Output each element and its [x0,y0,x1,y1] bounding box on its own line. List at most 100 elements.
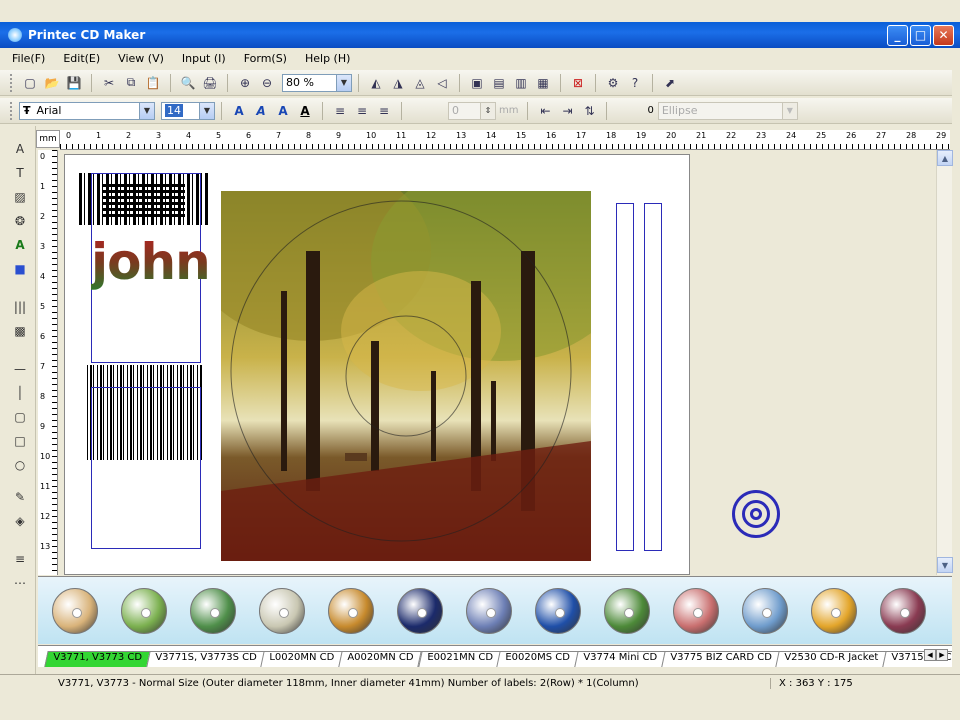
help-icon[interactable]: ? [625,73,645,93]
gradient-tool-icon[interactable]: ■ [11,260,29,278]
align-left-icon[interactable]: ≡ [330,101,350,121]
font-italic-icon[interactable]: A [251,101,271,121]
cd-template-thumbnail[interactable] [535,587,581,634]
mirror-icon[interactable]: ◁ [432,73,452,93]
label-page[interactable]: john [64,154,690,575]
tab-template-6[interactable]: V3774 Mini CD [574,651,666,667]
new-icon[interactable]: ▢ [20,73,40,93]
autumn-trees-photo[interactable] [221,191,591,561]
char-spacing-icon[interactable]: ⇥ [557,101,577,121]
align-right-icon[interactable]: ≡ [374,101,394,121]
shape-select[interactable]: Ellipse ▼ [657,101,798,120]
ungroup-icon[interactable]: ▦ [533,73,553,93]
title-bar[interactable]: Printec CD Maker _ □ ✕ [0,22,960,48]
tab-template-0[interactable]: V3771, V3773 CD [44,651,151,667]
menu-form[interactable]: Form(S) [238,52,299,65]
align-center-icon[interactable]: ≡ [352,101,372,121]
cd-template-thumbnail[interactable] [121,587,167,634]
menu-edit[interactable]: Edit(E) [57,52,112,65]
tab-template-7[interactable]: V3775 BIZ CARD CD [661,651,781,667]
maximize-button[interactable]: □ [910,24,931,46]
vertical-scrollbar[interactable]: ▲ ▼ [936,150,953,575]
minimize-button[interactable]: _ [887,24,908,46]
cd-target-icon[interactable] [732,490,780,538]
design-canvas[interactable]: john [60,150,936,575]
bring-front-icon[interactable]: ▣ [467,73,487,93]
cd-template-thumbnail[interactable] [742,587,788,634]
chevron-down-icon[interactable]: ▼ [139,102,154,119]
paste-icon[interactable]: 📋 [143,73,163,93]
cd-template-thumbnail[interactable] [811,587,857,634]
font-bold-icon[interactable]: A [273,101,293,121]
tab-template-8[interactable]: V2530 CD-R Jacket [775,651,888,667]
print-preview-icon[interactable]: 🔍 [178,73,198,93]
group-icon[interactable]: ▥ [511,73,531,93]
spine-frame-right[interactable] [644,203,662,551]
spacing-spinner[interactable]: 0 ⇕ [448,101,496,120]
menu-view[interactable]: View (V) [112,52,176,65]
cd-template-thumbnail[interactable] [328,587,374,634]
tab-template-3[interactable]: A0020MN CD [338,651,423,667]
qrcode-tool-icon[interactable]: ▩ [11,322,29,340]
text-tool-icon[interactable]: T [11,164,29,182]
zoom-in-icon[interactable]: ⊕ [235,73,255,93]
cd-template-thumbnail[interactable] [259,587,305,634]
zoom-out-icon[interactable]: ⊖ [257,73,277,93]
wordart-text[interactable]: john [91,233,211,291]
cd-template-thumbnail[interactable] [604,587,650,634]
delete-icon[interactable]: ⊠ [568,73,588,93]
open-icon[interactable]: 📂 [42,73,62,93]
image-tool-icon[interactable]: ▨ [11,188,29,206]
flip-vertical-icon[interactable]: ◮ [388,73,408,93]
select-text-icon[interactable]: A [11,140,29,158]
menu-input[interactable]: Input (I) [176,52,238,65]
print-icon[interactable]: 🖨 [200,73,220,93]
cut-icon[interactable]: ✂ [99,73,119,93]
menu-file[interactable]: File(F) [6,52,57,65]
scroll-down-icon[interactable]: ▼ [937,557,953,573]
ellipse-tool-icon[interactable]: ○ [11,456,29,474]
line-weight-icon[interactable]: ≡ [11,550,29,568]
cd-template-thumbnail[interactable] [880,587,926,634]
zoom-select[interactable]: 80 % ▼ [282,73,352,92]
font-select[interactable]: Ŧ Arial ▼ [19,101,155,120]
tab-prev-icon[interactable]: ◀ [924,649,936,661]
save-icon[interactable]: 💾 [64,73,84,93]
font-normal-icon[interactable]: A [229,101,249,121]
line-tool-icon[interactable]: — [11,360,29,378]
cd-template-thumbnail[interactable] [673,587,719,634]
line-style-icon[interactable]: ⋯ [11,574,29,592]
cd-template-thumbnail[interactable] [397,587,443,634]
send-back-icon[interactable]: ▤ [489,73,509,93]
tab-next-icon[interactable]: ▶ [936,649,948,661]
wordart-tool-icon[interactable]: A [11,236,29,254]
font-color-icon[interactable]: A [295,101,315,121]
tab-template-1[interactable]: V3771S, V3773S CD [146,651,266,667]
menu-help[interactable]: Help (H) [299,52,362,65]
cd-template-thumbnail[interactable] [190,587,236,634]
scroll-up-icon[interactable]: ▲ [937,150,953,166]
chevron-down-icon[interactable]: ▼ [336,74,351,91]
toolbar-grip[interactable] [10,101,13,120]
chevron-down-icon[interactable]: ▼ [199,102,214,119]
line-spacing-icon[interactable]: ⇤ [535,101,555,121]
font-size-select[interactable]: 14 ▼ [161,101,215,120]
export-icon[interactable]: ⬈ [660,73,680,93]
rectangle-tool-icon[interactable]: □ [11,432,29,450]
tab-template-5[interactable]: E0020MS CD [496,651,579,667]
copy-icon[interactable]: ⧉ [121,73,141,93]
clipart-tool-icon[interactable]: ❂ [11,212,29,230]
fill-tool-icon[interactable]: ◈ [11,512,29,530]
cd-template-thumbnail[interactable] [466,587,512,634]
settings-icon[interactable]: ⚙ [603,73,623,93]
text-height-icon[interactable]: ⇅ [579,101,599,121]
vertical-line-tool-icon[interactable]: │ [11,384,29,402]
rotate-icon[interactable]: ◬ [410,73,430,93]
rounded-rect-tool-icon[interactable]: ▢ [11,408,29,426]
tab-template-2[interactable]: L0020MN CD [260,651,344,667]
barcode-tool-icon[interactable]: ||| [11,298,29,316]
toolbar-grip[interactable] [10,73,13,92]
pen-tool-icon[interactable]: ✎ [11,488,29,506]
tab-template-4[interactable]: E0021MN CD [417,651,502,667]
chevron-down-icon[interactable]: ▼ [781,102,797,119]
